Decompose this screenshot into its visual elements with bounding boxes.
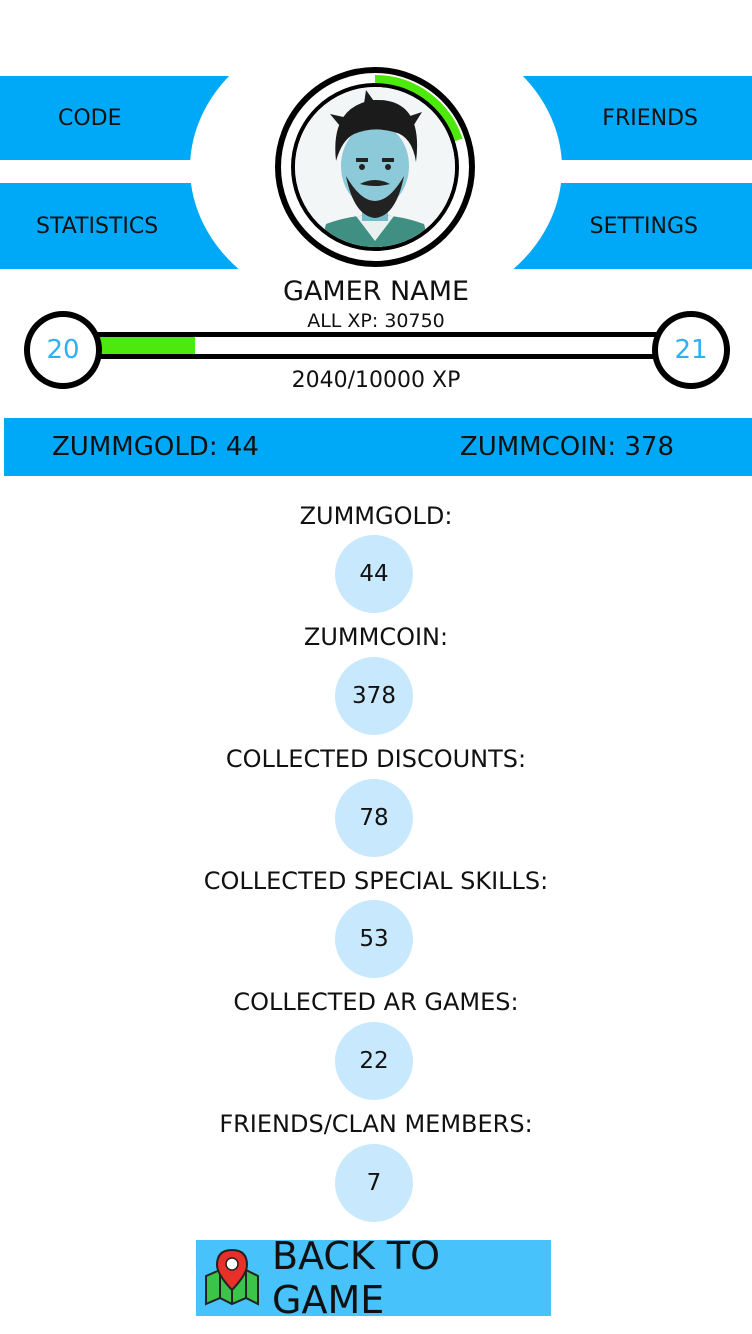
stat-label-ar-games: COLLECTED AR GAMES: <box>233 988 519 1016</box>
all-xp: ALL XP: 30750 <box>307 310 445 332</box>
avatar-ring <box>275 67 475 267</box>
statistics-button-label: STATISTICS <box>36 213 159 239</box>
stat-label-friends: FRIENDS/CLAN MEMBERS: <box>219 1110 533 1138</box>
settings-button-label: SETTINGS <box>589 213 698 239</box>
currency-bar: ZUMMGOLD: 44 ZUMMCOIN: 378 <box>4 418 752 476</box>
stat-label-discounts: COLLECTED DISCOUNTS: <box>225 745 527 773</box>
xp-progress-bar <box>66 332 686 359</box>
stat-value-ar-games: 22 <box>335 1022 413 1100</box>
zummcoin-balance: ZUMMCOIN: 378 <box>459 432 674 462</box>
xp-progress-text: 2040/10000 XP <box>291 368 461 393</box>
code-button-label: CODE <box>58 105 122 131</box>
stat-label-zummgold: ZUMMGOLD: <box>299 502 453 530</box>
stat-value-discounts: 78 <box>335 779 413 857</box>
map-pin-icon <box>202 1246 260 1310</box>
zummgold-balance: ZUMMGOLD: 44 <box>52 432 259 462</box>
stat-label-special-skills: COLLECTED SPECIAL SKILLS: <box>203 867 549 895</box>
stat-value-friends: 7 <box>335 1144 413 1222</box>
stat-label-zummcoin: ZUMMCOIN: <box>303 623 449 651</box>
friends-button-label: FRIENDS <box>602 105 698 131</box>
stat-value-zummcoin: 378 <box>335 657 413 735</box>
stat-value-special-skills: 53 <box>335 900 413 978</box>
avatar[interactable] <box>274 66 476 268</box>
stat-value-zummgold: 44 <box>335 535 413 613</box>
back-to-game-button[interactable]: BACK TO GAME <box>196 1234 551 1322</box>
gamer-name: GAMER NAME <box>282 276 470 307</box>
back-to-game-label: BACK TO GAME <box>272 1234 441 1322</box>
